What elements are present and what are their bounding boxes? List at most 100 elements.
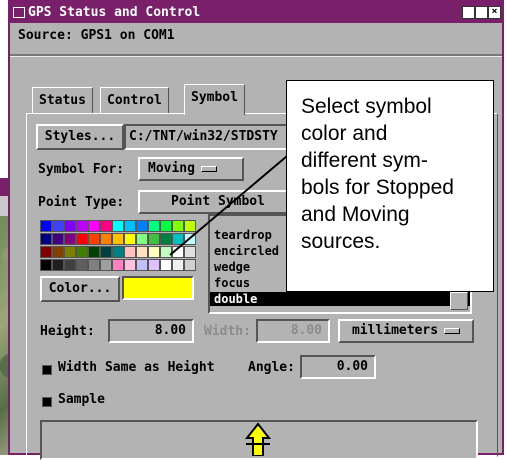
palette-color-cell[interactable] [184,246,196,258]
units-value: millimeters [351,323,439,338]
sample-preview [40,420,478,460]
symbol-for-dropdown[interactable]: Moving [138,157,244,181]
palette-color-cell[interactable] [40,246,52,258]
annotation-callout: Select symbol color and different sym- b… [286,80,494,292]
palette-color-cell[interactable] [88,246,100,258]
palette-color-cell[interactable] [100,246,112,258]
palette-color-cell[interactable] [124,259,136,271]
palette-color-cell[interactable] [112,259,124,271]
palette-color-cell[interactable] [136,233,148,245]
palette-color-cell[interactable] [76,259,88,271]
units-dropdown[interactable]: millimeters [338,319,474,343]
palette-color-cell[interactable] [76,220,88,232]
palette-color-cell[interactable] [100,233,112,245]
sample-checkbox[interactable] [42,397,52,407]
minimize-icon[interactable] [462,6,475,19]
palette-color-cell[interactable] [64,246,76,258]
palette-color-cell[interactable] [52,246,64,258]
palette-color-cell[interactable] [160,220,172,232]
palette-color-cell[interactable] [160,233,172,245]
height-field[interactable]: 8.00 [108,319,194,343]
palette-color-cell[interactable] [76,246,88,258]
sample-symbol-icon [244,422,272,456]
palette-color-cell[interactable] [100,220,112,232]
palette-color-cell[interactable] [172,233,184,245]
palette-color-cell[interactable] [64,259,76,271]
palette-color-cell[interactable] [184,233,196,245]
palette-color-cell[interactable] [148,233,160,245]
palette-color-cell[interactable] [160,246,172,258]
palette-color-cell[interactable] [184,220,196,232]
palette-color-cell[interactable] [124,220,136,232]
palette-color-cell[interactable] [52,220,64,232]
palette-color-cell[interactable] [148,259,160,271]
callout-line: Select symbol [301,95,432,118]
angle-label: Angle: [248,360,295,375]
list-item[interactable]: wedge [214,260,250,274]
palette-color-cell[interactable] [136,220,148,232]
width-same-label: Width Same as Height [58,360,215,375]
color-palette[interactable] [40,220,196,272]
symbol-for-value: Moving [148,161,195,176]
palette-color-cell[interactable] [52,259,64,271]
scroll-down-icon[interactable] [450,292,468,310]
palette-color-cell[interactable] [124,233,136,245]
width-field[interactable]: 8.00 [256,319,330,343]
maximize-icon[interactable] [475,6,488,19]
palette-color-cell[interactable] [136,259,148,271]
list-item[interactable]: encircled [214,244,279,258]
palette-color-cell[interactable] [172,259,184,271]
width-same-checkbox[interactable] [42,365,52,375]
point-type-label: Point Type: [38,195,125,210]
source-label: Source: [18,28,73,43]
palette-color-cell[interactable] [172,246,184,258]
list-item[interactable]: focus [214,276,250,290]
palette-color-cell[interactable] [88,220,100,232]
palette-color-cell[interactable] [64,233,76,245]
palette-color-cell[interactable] [124,246,136,258]
source-line: Source: GPS1 on COM1 [18,28,175,43]
palette-color-cell[interactable] [148,220,160,232]
palette-color-cell[interactable] [112,233,124,245]
window-title: GPS Status and Control [28,5,201,20]
palette-color-cell[interactable] [76,233,88,245]
palette-color-cell[interactable] [160,259,172,271]
styles-path-field[interactable]: C:/TNT/win32/STDSTY [124,124,300,150]
palette-color-cell[interactable] [112,246,124,258]
window-menu-icon[interactable] [13,7,25,18]
tab-control[interactable]: Control [100,87,169,114]
tab-symbol[interactable]: Symbol [184,84,245,115]
palette-color-cell[interactable] [172,220,184,232]
height-label: Height: [40,324,95,339]
close-icon[interactable]: × [488,6,501,19]
list-item-selected[interactable]: double [210,292,470,306]
palette-color-cell[interactable] [88,259,100,271]
angle-field[interactable]: 0.00 [300,355,376,379]
palette-color-cell[interactable] [52,233,64,245]
callout-line: sources. [301,230,381,253]
palette-color-cell[interactable] [40,259,52,271]
palette-color-cell[interactable] [88,233,100,245]
point-type-dropdown[interactable]: Point Symbol [138,190,298,214]
sample-label: Sample [58,392,105,407]
tab-status[interactable]: Status [32,87,93,114]
styles-button[interactable]: Styles... [36,124,124,150]
palette-color-cell[interactable] [100,259,112,271]
title-bar: GPS Status and Control × [10,2,502,23]
callout-line: different sym- [301,149,428,172]
palette-color-cell[interactable] [136,246,148,258]
symbol-for-label: Symbol For: [38,162,125,177]
palette-color-cell[interactable] [148,246,160,258]
color-swatch [122,276,194,300]
palette-color-cell[interactable] [64,220,76,232]
callout-line: and Moving [301,203,410,226]
color-button[interactable]: Color... [40,276,120,302]
palette-color-cell[interactable] [184,259,196,271]
palette-color-cell[interactable] [40,220,52,232]
callout-line: bols for Stopped [301,176,454,199]
source-value: GPS1 on COM1 [80,28,175,43]
palette-color-cell[interactable] [112,220,124,232]
palette-color-cell[interactable] [40,233,52,245]
list-item[interactable]: teardrop [214,228,272,242]
callout-line: color and [301,122,388,145]
